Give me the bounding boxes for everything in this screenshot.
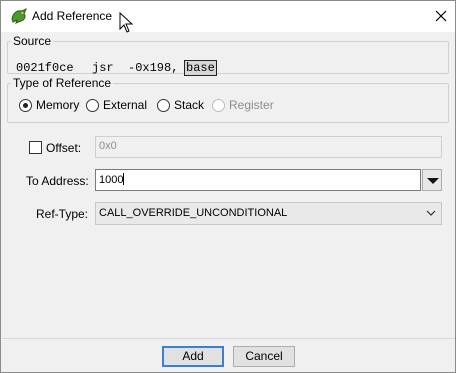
chevron-down-icon (426, 210, 436, 216)
radio-register: Register (212, 98, 274, 112)
radio-external[interactable]: External (86, 98, 147, 112)
dialog-title: Add Reference (32, 9, 113, 23)
radio-memory-label: Memory (36, 98, 80, 112)
address-dropdown-button[interactable] (422, 169, 442, 191)
close-icon[interactable] (432, 7, 450, 25)
ref-type-select[interactable]: CALL_OVERRIDE_UNCONDITIONAL (95, 202, 442, 225)
radio-stack-label: Stack (174, 98, 205, 112)
source-legend: Source (13, 34, 52, 48)
ref-type-label: Ref-Type: (36, 207, 89, 221)
radio-register-indicator (212, 98, 225, 112)
radio-stack[interactable]: Stack (157, 98, 204, 112)
reference-type-legend: Type of Reference (13, 76, 112, 90)
to-address-input[interactable]: 1000 (95, 169, 421, 191)
ref-type-value: CALL_OVERRIDE_UNCONDITIONAL (99, 207, 288, 219)
source-address: 0021f0ce (16, 61, 74, 75)
offset-value: 0x0 (99, 140, 117, 152)
offset-label: Offset: (46, 141, 82, 155)
radio-stack-indicator[interactable] (157, 98, 170, 112)
source-operand-selected[interactable]: base (184, 60, 217, 76)
offset-field: 0x0 (95, 136, 442, 158)
add-reference-dialog: Add Reference Source 0021f0ce jsr -0x198… (0, 0, 456, 373)
to-address-label: To Address: (26, 174, 89, 188)
radio-memory[interactable]: Memory (19, 98, 79, 112)
radio-external-label: External (103, 98, 148, 112)
dragon-icon (11, 7, 27, 24)
add-button[interactable]: Add (162, 346, 224, 367)
offset-checkbox[interactable] (29, 141, 42, 154)
radio-register-label: Register (229, 98, 274, 112)
mouse-pointer-icon (119, 12, 133, 33)
radio-memory-indicator[interactable] (19, 98, 32, 112)
reference-type-group: Type of Reference Memory External Stack … (7, 76, 449, 123)
title-bar: Add Reference (1, 1, 455, 33)
source-mnemonic: jsr (92, 61, 114, 75)
source-operand: -0x198, (128, 61, 179, 75)
cancel-button[interactable]: Cancel (233, 346, 295, 367)
source-group: Source 0021f0ce jsr -0x198, base (7, 34, 449, 76)
radio-external-indicator[interactable] (86, 98, 99, 112)
button-divider (2, 338, 455, 339)
text-caret (123, 173, 125, 185)
to-address-value: 1000 (99, 174, 124, 186)
